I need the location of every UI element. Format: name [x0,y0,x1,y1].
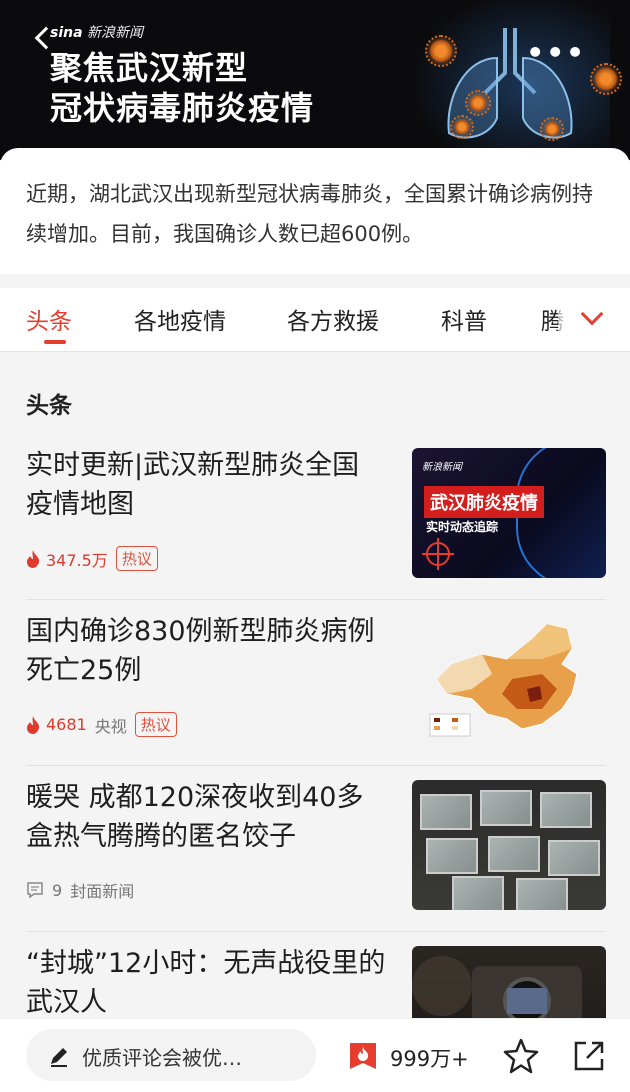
dumpling-box-image [420,794,472,830]
share-icon[interactable] [572,1039,606,1073]
news-meta: 347.5万 热议 [26,546,158,571]
dumpling-box-image [426,838,478,874]
thumb-logo: 新浪新闻 [422,462,462,473]
news-thumbnail[interactable]: 新浪新闻 武汉肺炎疫情 实时动态追踪 [412,448,606,578]
tab-headlines[interactable]: 头条 [26,302,72,336]
virus-icon [425,35,457,67]
news-item[interactable]: 实时更新|武汉新型肺炎全国疫情地图 347.5万 热议 新浪新闻 武汉肺炎疫情 … [26,436,606,600]
dumpling-box-image [516,878,568,910]
news-item[interactable]: 国内确诊830例新型肺炎病例 死亡25例 4681 央视 热议 [26,602,606,766]
like-count[interactable]: 999万+ [390,1043,469,1073]
news-title[interactable]: “封城”12小时：无声战役里的武汉人 [26,944,386,1022]
logo-text: 新浪新闻 [87,25,143,41]
hot-like-icon[interactable] [346,1039,380,1073]
active-tab-indicator [44,340,66,344]
news-source: 封面新闻 [70,882,135,901]
virus-icon [465,90,491,116]
heat-count: 347.5万 [46,550,108,570]
heat-indicator: 4681 [26,715,87,734]
intro-text: 近期，湖北武汉出现新型冠状病毒肺炎，全国累计确诊病例持续增加。目前，我国确诊人数… [26,182,593,246]
thumb-headline: 武汉肺炎疫情 [424,486,544,518]
flame-icon [27,715,40,734]
virus-icon [540,117,564,141]
tab-science[interactable]: 科普 [441,302,487,336]
intro-card: 近期，湖北武汉出现新型冠状病毒肺炎，全国累计确诊病例持续增加。目前，我国确诊人数… [0,148,630,274]
dumpling-box-image [480,790,532,826]
dumpling-box-image [540,792,592,828]
flame-icon [27,549,40,568]
expand-tabs-button[interactable] [558,288,630,351]
news-title[interactable]: 实时更新|武汉新型肺炎全国疫情地图 [26,446,386,524]
category-tabs: 头条 各地疫情 各方救援 科普 腾 [0,288,630,352]
comment-input[interactable]: 优质评论会被优… [26,1029,316,1081]
news-meta: 4681 央视 热议 [26,712,177,737]
tab-regional[interactable]: 各地疫情 [134,302,226,336]
comment-icon [27,882,43,899]
heat-count: 4681 [46,715,87,734]
virus-icon [450,115,474,139]
header-banner: sina 新浪新闻 聚焦武汉新型 冠状病毒肺炎疫情 ••• [0,0,630,160]
china-map-image [429,623,578,737]
comment-placeholder: 优质评论会被优… [82,1046,242,1070]
dumpling-box-image [488,836,540,872]
more-options-icon[interactable]: ••• [526,36,586,69]
star-icon[interactable] [502,1037,540,1075]
dumpling-box-image [452,876,504,910]
heat-indicator: 347.5万 [26,547,108,571]
news-item[interactable]: 暖哭 成都120深夜收到40多盒热气腾腾的匿名饺子 9 封面新闻 [26,768,606,932]
news-source: 央视 [94,716,127,736]
logo-brand: sina [50,25,83,41]
pen-icon [51,1048,67,1067]
news-thumbnail[interactable] [412,614,606,744]
virus-icon [590,63,622,95]
comment-count: 9 [52,880,63,900]
hot-discussion-badge: 热议 [115,546,158,571]
dumpling-box-image [548,840,600,876]
sina-news-logo: sina 新浪新闻 [50,22,143,42]
section-title: 头条 [26,393,72,419]
bottom-action-bar: 优质评论会被优… 999万+ [0,1018,630,1092]
thumb-subtitle: 实时动态追踪 [426,520,499,534]
crosshair-icon [422,538,454,570]
news-title[interactable]: 暖哭 成都120深夜收到40多盒热气腾腾的匿名饺子 [26,778,386,856]
news-title[interactable]: 国内确诊830例新型肺炎病例 死亡25例 [26,612,386,690]
banner-title-line1: 聚焦武汉新型 [50,49,249,87]
news-thumbnail[interactable] [412,780,606,910]
hot-discussion-badge: 热议 [134,712,177,737]
banner-title: 聚焦武汉新型 冠状病毒肺炎疫情 [50,48,314,128]
news-meta: 9 封面新闻 [26,878,134,902]
tab-rescue[interactable]: 各方救援 [287,302,379,336]
chevron-down-icon [580,302,604,326]
banner-title-line2: 冠状病毒肺炎疫情 [50,89,315,127]
